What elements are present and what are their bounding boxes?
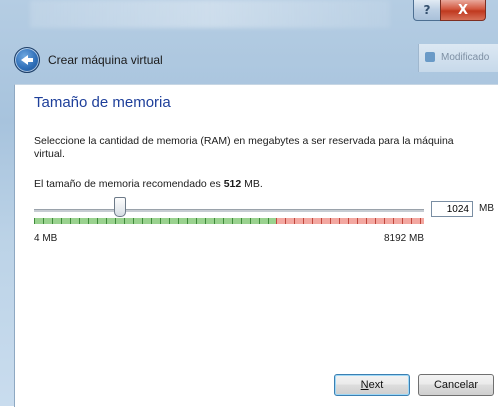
memory-size-input[interactable] — [431, 201, 473, 217]
memory-slider[interactable]: 4 MB 8192 MB — [34, 197, 424, 247]
slider-max-label: 8192 MB — [383, 233, 424, 244]
recommended-prefix: El tamaño de memoria recomendado es — [34, 178, 224, 190]
recommended-suffix: MB. — [241, 178, 263, 190]
cancel-button-label: Cancelar — [433, 379, 479, 391]
close-icon: X — [457, 2, 469, 18]
page-title: Tamaño de memoria — [34, 94, 171, 111]
recommended-value: 512 — [223, 178, 242, 190]
slider-min-label: 4 MB — [34, 233, 58, 244]
slider-ticks-safe — [34, 218, 276, 224]
help-icon: ? — [423, 3, 431, 17]
back-arrow-icon[interactable] — [14, 47, 40, 73]
window-frame: Modificado ? X Crear máquina virtual Tam… — [0, 0, 498, 407]
page-description: Seleccione la cantidad de memoria (RAM) … — [34, 135, 454, 160]
wizard-content: Tamaño de memoria Seleccione la cantidad… — [14, 84, 498, 407]
wizard-title: Crear máquina virtual — [48, 53, 163, 67]
close-button[interactable]: X — [440, 0, 486, 21]
next-button[interactable]: Next — [334, 374, 410, 396]
wizard-header: Crear máquina virtual — [10, 30, 498, 80]
slider-track[interactable] — [34, 209, 424, 213]
slider-ticks-danger — [276, 218, 424, 224]
wizard-footer: Next Cancelar — [14, 366, 498, 406]
next-button-label: Next — [360, 379, 384, 391]
slider-ticks — [34, 218, 424, 224]
memory-unit-label: MB — [479, 203, 494, 214]
slider-thumb[interactable] — [114, 197, 126, 217]
title-bar-glass — [30, 0, 390, 28]
cancel-button[interactable]: Cancelar — [418, 374, 494, 396]
help-button[interactable]: ? — [413, 0, 441, 21]
recommended-memory-text: El tamaño de memoria recomendado es 512 … — [34, 178, 263, 190]
caption-buttons: ? X — [413, 0, 486, 22]
